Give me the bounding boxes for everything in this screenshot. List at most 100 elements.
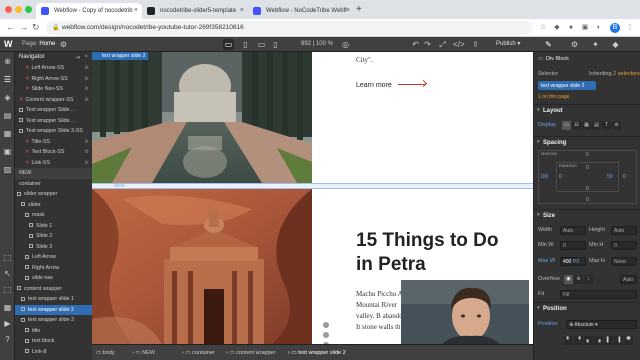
position-preset-icon[interactable]: ▐ — [614, 336, 623, 345]
settings-gear-icon[interactable]: ⚙ — [569, 39, 580, 50]
min-height-input[interactable]: 0 — [611, 241, 637, 250]
inheriting-info[interactable]: Inheriting 2 selectors — [589, 71, 640, 77]
display-inline-icon[interactable]: T — [602, 121, 611, 130]
element-settings-icon[interactable]: ⚙ — [85, 158, 89, 169]
interactions-icon[interactable]: ✦ — [590, 39, 601, 50]
code-export-icon[interactable]: </> — [453, 39, 465, 50]
margin-top-value[interactable]: 0 — [586, 152, 589, 158]
navigator-row[interactable]: container — [15, 179, 92, 190]
navigator-row[interactable]: Slide 1 — [15, 221, 92, 232]
navigator-row[interactable]: ✕ Slide Nav-SS ⚙ — [15, 84, 92, 95]
brush-style-icon[interactable]: ✎ — [543, 39, 554, 50]
max-width-input[interactable]: 400 PX — [560, 257, 586, 266]
pages-icon[interactable]: ▤ — [2, 110, 13, 121]
navigator-row[interactable]: Slide 2 — [15, 231, 92, 242]
fullscreen-icon[interactable]: ⤢ — [437, 39, 448, 50]
close-tab-icon[interactable]: × — [346, 7, 350, 14]
navigator-row[interactable]: text wrapper slide 3 — [15, 315, 92, 326]
margin-left-value[interactable]: 100 — [540, 174, 548, 180]
select-icon[interactable]: ⬚ — [2, 252, 13, 263]
overflow-hidden-icon[interactable]: ⊘ — [574, 275, 583, 284]
slide-dot[interactable] — [323, 322, 329, 328]
position-preset-icon[interactable]: ▗ — [594, 336, 603, 345]
navigator-row[interactable]: ✕ Left Arrow-SS ⚙ — [15, 63, 92, 74]
page-selector[interactable]: Page: Home — [22, 41, 55, 47]
extension-icon[interactable]: ▣ — [580, 23, 590, 33]
new-tab-button[interactable]: + — [356, 4, 362, 15]
grid-icon[interactable]: ▦ — [2, 302, 13, 313]
navigator-row[interactable]: ✕ Link-SS ⚙ — [15, 158, 92, 169]
mobile-portrait-icon[interactable]: ▯ — [270, 39, 281, 50]
navigator-row[interactable]: content wrapper — [15, 284, 92, 295]
help-icon[interactable]: ? — [2, 334, 13, 345]
fit-select[interactable]: Fill — [560, 290, 637, 299]
navigator-row[interactable]: Slide 3 — [15, 242, 92, 253]
breadcrumb-container[interactable]: › ▭ container — [182, 350, 215, 356]
padding-right-value[interactable]: 50 — [607, 174, 613, 180]
audit-icon[interactable]: ⬚ — [2, 284, 13, 295]
drop-icon[interactable]: ◆ — [610, 39, 621, 50]
display-inline-block-icon[interactable]: ▤ — [592, 121, 601, 130]
navigator-row[interactable]: Link-8 — [15, 347, 92, 358]
browser-tab[interactable]: Webflow - Copy of nocodetrib × — [36, 3, 142, 19]
element-settings-icon[interactable]: ⚙ — [85, 147, 89, 158]
cms-icon[interactable]: ▦ — [2, 128, 13, 139]
navigator-row[interactable]: title — [15, 326, 92, 337]
display-flex-icon[interactable]: ⊟ — [572, 121, 581, 130]
min-width-input[interactable]: 0 — [560, 241, 586, 250]
mobile-landscape-icon[interactable]: ▭ — [256, 39, 267, 50]
extension-icon[interactable]: ● — [566, 23, 576, 33]
reload-icon[interactable]: ↻ — [32, 22, 40, 33]
redo-icon[interactable]: ↷ — [422, 39, 433, 50]
pointer-icon[interactable]: ↖ — [2, 268, 13, 279]
position-section-header[interactable]: Position — [534, 302, 640, 313]
element-settings-icon[interactable]: ⚙ — [85, 84, 89, 95]
learn-more-link[interactable]: Learn more — [356, 82, 392, 89]
margin-bottom-value[interactable]: 0 — [586, 197, 589, 203]
slide-image-taj-mahal[interactable]: text wrapper slide 2 — [92, 52, 312, 183]
close-tab-icon[interactable]: × — [134, 7, 138, 14]
navigator-row[interactable]: text wrapper slide 1 — [15, 294, 92, 305]
navigator-row[interactable]: NEW — [15, 168, 92, 179]
breadcrumb-new[interactable]: › ▭ NEW — [132, 350, 155, 356]
navigator-row[interactable]: slide nav — [15, 273, 92, 284]
assets-icon[interactable]: ▨ — [2, 164, 13, 175]
navigator-row[interactable]: slider wrapper — [15, 189, 92, 200]
layout-section-header[interactable]: Layout — [534, 104, 640, 115]
position-preset-icon[interactable]: ▀ — [624, 336, 633, 345]
position-preset-icon[interactable]: ▝ — [574, 336, 583, 345]
url-input[interactable]: 🔒 webflow.com/design/nocodetribe-youtube… — [46, 21, 532, 35]
position-preset-icon[interactable]: ▌ — [604, 336, 613, 345]
navigator-row[interactable]: ✕ Title-SS ⚙ — [15, 137, 92, 148]
star-icon[interactable]: ☆ — [538, 23, 548, 33]
padding-bottom-value[interactable]: 0 — [586, 186, 589, 192]
padding-top-value[interactable]: 0 — [586, 165, 589, 171]
display-grid-icon[interactable]: ▦ — [582, 121, 591, 130]
more-menu-icon[interactable]: ⋮ — [625, 23, 635, 33]
navigator-row[interactable]: Text wrapper Slide ... — [15, 105, 92, 116]
ecommerce-icon[interactable]: ▣ — [2, 146, 13, 157]
add-element-icon[interactable]: ⊕ — [2, 56, 13, 67]
position-select[interactable]: ⊕ Absolute ▾ — [566, 320, 637, 329]
height-input[interactable]: Auto — [611, 226, 637, 235]
extension-icon[interactable]: ◐ — [594, 23, 604, 33]
overflow-visible-eye-icon[interactable]: ◉ — [564, 275, 573, 284]
navigator-row[interactable]: Text wrapper Slide 3-SS — [15, 126, 92, 137]
max-height-input[interactable]: None — [611, 257, 637, 266]
spacing-section-header[interactable]: Spacing — [534, 136, 640, 147]
element-settings-icon[interactable]: ⚙ — [85, 74, 89, 85]
slide-image-petra[interactable] — [92, 189, 312, 344]
display-block-icon[interactable]: ▭ — [562, 121, 571, 130]
navigator-row[interactable]: Right Arrow — [15, 263, 92, 274]
element-settings-icon[interactable]: ⚙ — [85, 95, 89, 106]
publish-button[interactable]: Publish ▾ — [496, 40, 520, 47]
display-none-icon[interactable]: ⊘ — [612, 121, 621, 130]
navigator-row[interactable]: ✕ Content wrapper-SS ⚙ — [15, 95, 92, 106]
undo-icon[interactable]: ↶ — [410, 39, 421, 50]
breadcrumb-text-wrapper[interactable]: › ▭ text wrapper slide 2 — [288, 350, 346, 356]
forward-arrow-icon[interactable]: → — [19, 22, 28, 32]
slide-headline[interactable]: 15 Things to Do in Petra — [356, 229, 499, 277]
navigator-row[interactable]: ✕ Right Arrow-SS ⚙ — [15, 74, 92, 85]
breadcrumb-body[interactable]: ▭ body — [96, 350, 115, 356]
preview-eye-icon[interactable]: ◎ — [340, 39, 351, 50]
